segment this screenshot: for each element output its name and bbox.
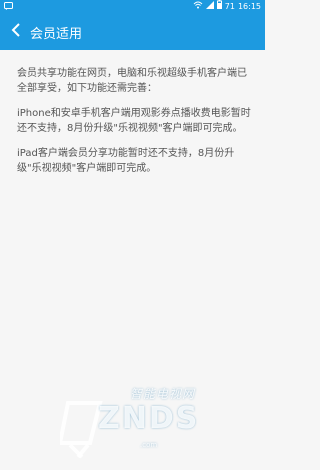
page-title: 会员适用 — [30, 26, 83, 42]
watermark-cn: 智能电视网 — [130, 387, 196, 401]
signal-icon — [205, 0, 214, 14]
watermark-en: ZNDS — [98, 401, 200, 436]
watermark-logo: 智能电视网 ZNDS .com — [60, 385, 235, 460]
watermark-sub: .com — [140, 441, 158, 449]
battery-text: 71 — [224, 2, 235, 11]
app-bar: 会员适用 — [0, 14, 265, 50]
status-bar: 71 16:15 — [0, 0, 265, 14]
wifi-icon — [193, 0, 203, 14]
paragraph: iPad客户端会员分享功能暂时还不支持，8月份升级"乐视视频"客户端即可完成。 — [17, 148, 235, 174]
battery-icon — [216, 0, 222, 14]
back-button[interactable] — [4, 14, 28, 50]
clock: 16:15 — [237, 2, 261, 11]
paragraph: 会员共享功能在网页，电脑和乐视超级手机客户端已全部享受，如下功能还需完善： — [17, 68, 247, 94]
chevron-left-icon — [11, 22, 21, 42]
paragraph: iPhone和安卓手机客户端用观影券点播收费电影暂时还不支持，8月份升级"乐视视… — [17, 108, 251, 134]
notice-content: 会员共享功能在网页，电脑和乐视超级手机客户端已全部享受，如下功能还需完善： iP… — [17, 66, 253, 186]
message-icon — [4, 2, 13, 12]
